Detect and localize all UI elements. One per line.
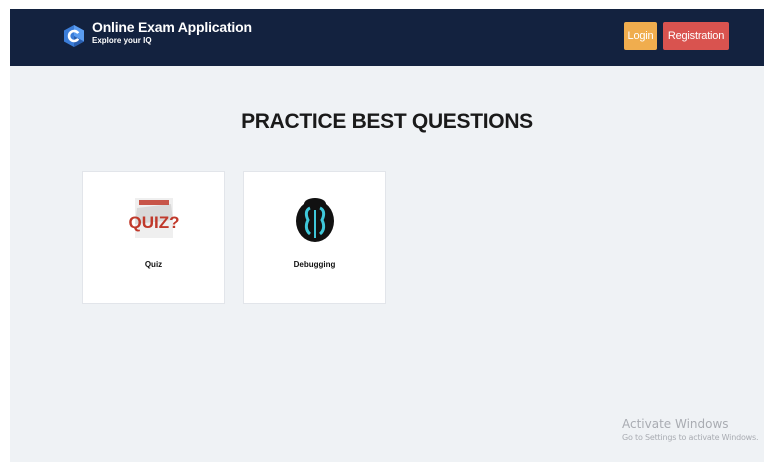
c-language-logo-icon <box>64 25 84 47</box>
registration-button[interactable]: Registration <box>663 22 729 50</box>
brand-text: Online Exam Application Explore your IQ <box>92 19 252 47</box>
login-button[interactable]: Login <box>624 22 657 50</box>
quiz-image-text: QUIZ? <box>129 213 179 232</box>
watermark-title: Activate Windows <box>622 417 729 431</box>
quiz-card[interactable]: QUIZ? Quiz <box>82 171 225 304</box>
page-frame: Online Exam Application Explore your IQ … <box>10 9 764 462</box>
watermark-subtitle: Go to Settings to activate Windows. <box>622 433 759 442</box>
bug-icon <box>295 198 334 242</box>
app-title: Online Exam Application <box>92 19 252 35</box>
debugging-card[interactable]: Debugging <box>243 171 386 304</box>
activate-windows-watermark: Activate Windows Go to Settings to activ… <box>622 417 758 444</box>
quiz-card-label: Quiz <box>144 260 163 269</box>
page-heading: PRACTICE BEST QUESTIONS <box>241 110 533 133</box>
brand[interactable]: Online Exam Application Explore your IQ <box>62 19 252 48</box>
app-subtitle: Explore your IQ <box>92 36 152 45</box>
navbar: Online Exam Application Explore your IQ … <box>10 9 764 66</box>
debugging-card-label: Debugging <box>293 260 336 269</box>
quiz-image-icon: QUIZ? <box>129 198 179 238</box>
